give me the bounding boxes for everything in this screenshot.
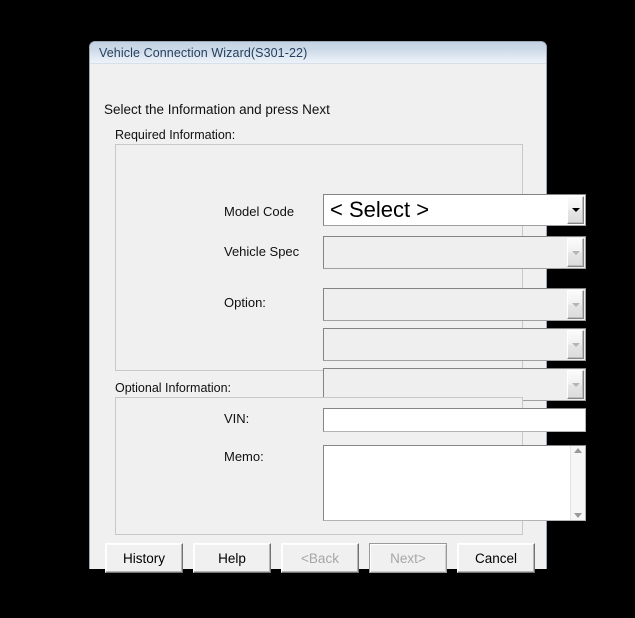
scroll-down-arrow-icon[interactable]	[574, 513, 582, 518]
dialog-client-area: Select the Information and press Next Re…	[90, 64, 586, 573]
model-code-value: < Select >	[330, 199, 430, 221]
memo-input[interactable]	[324, 446, 570, 520]
memo-label: Memo:	[224, 449, 264, 464]
instruction-text: Select the Information and press Next	[104, 102, 330, 117]
option-combobox-1[interactable]	[323, 288, 586, 321]
cancel-button[interactable]: Cancel	[457, 543, 535, 573]
chevron-down-icon[interactable]	[567, 370, 584, 399]
chevron-down-icon[interactable]	[567, 196, 584, 224]
required-information-caption: Required Information:	[115, 128, 236, 142]
dialog-button-row: History Help <Back Next> Cancel	[105, 543, 535, 575]
model-code-label: Model Code	[224, 204, 295, 219]
vehicle-spec-combobox[interactable]	[323, 236, 586, 269]
chevron-down-icon[interactable]	[567, 238, 584, 267]
help-button[interactable]: Help	[193, 543, 271, 573]
model-code-combobox[interactable]: < Select >	[323, 194, 586, 226]
memo-field[interactable]	[323, 445, 586, 521]
vehicle-connection-wizard-dialog: Vehicle Connection Wizard(S301-22) Selec…	[89, 41, 586, 573]
chevron-down-icon[interactable]	[567, 330, 584, 359]
vin-label: VIN:	[224, 411, 250, 426]
back-button: <Back	[281, 543, 359, 573]
scroll-up-arrow-icon[interactable]	[574, 448, 582, 453]
optional-information-caption: Optional Information:	[115, 381, 232, 395]
vin-field[interactable]	[323, 408, 586, 432]
title-bar: Vehicle Connection Wizard(S301-22)	[90, 42, 546, 64]
vehicle-spec-label: Vehicle Spec	[224, 244, 300, 259]
window-title: Vehicle Connection Wizard(S301-22)	[99, 45, 308, 60]
option-label: Option:	[224, 295, 266, 310]
history-button[interactable]: History	[105, 543, 183, 573]
vin-input[interactable]	[324, 409, 585, 431]
chevron-down-icon[interactable]	[567, 290, 584, 319]
next-button: Next>	[369, 543, 447, 573]
memo-scrollbar[interactable]	[570, 446, 585, 520]
option-combobox-2[interactable]	[323, 328, 586, 361]
